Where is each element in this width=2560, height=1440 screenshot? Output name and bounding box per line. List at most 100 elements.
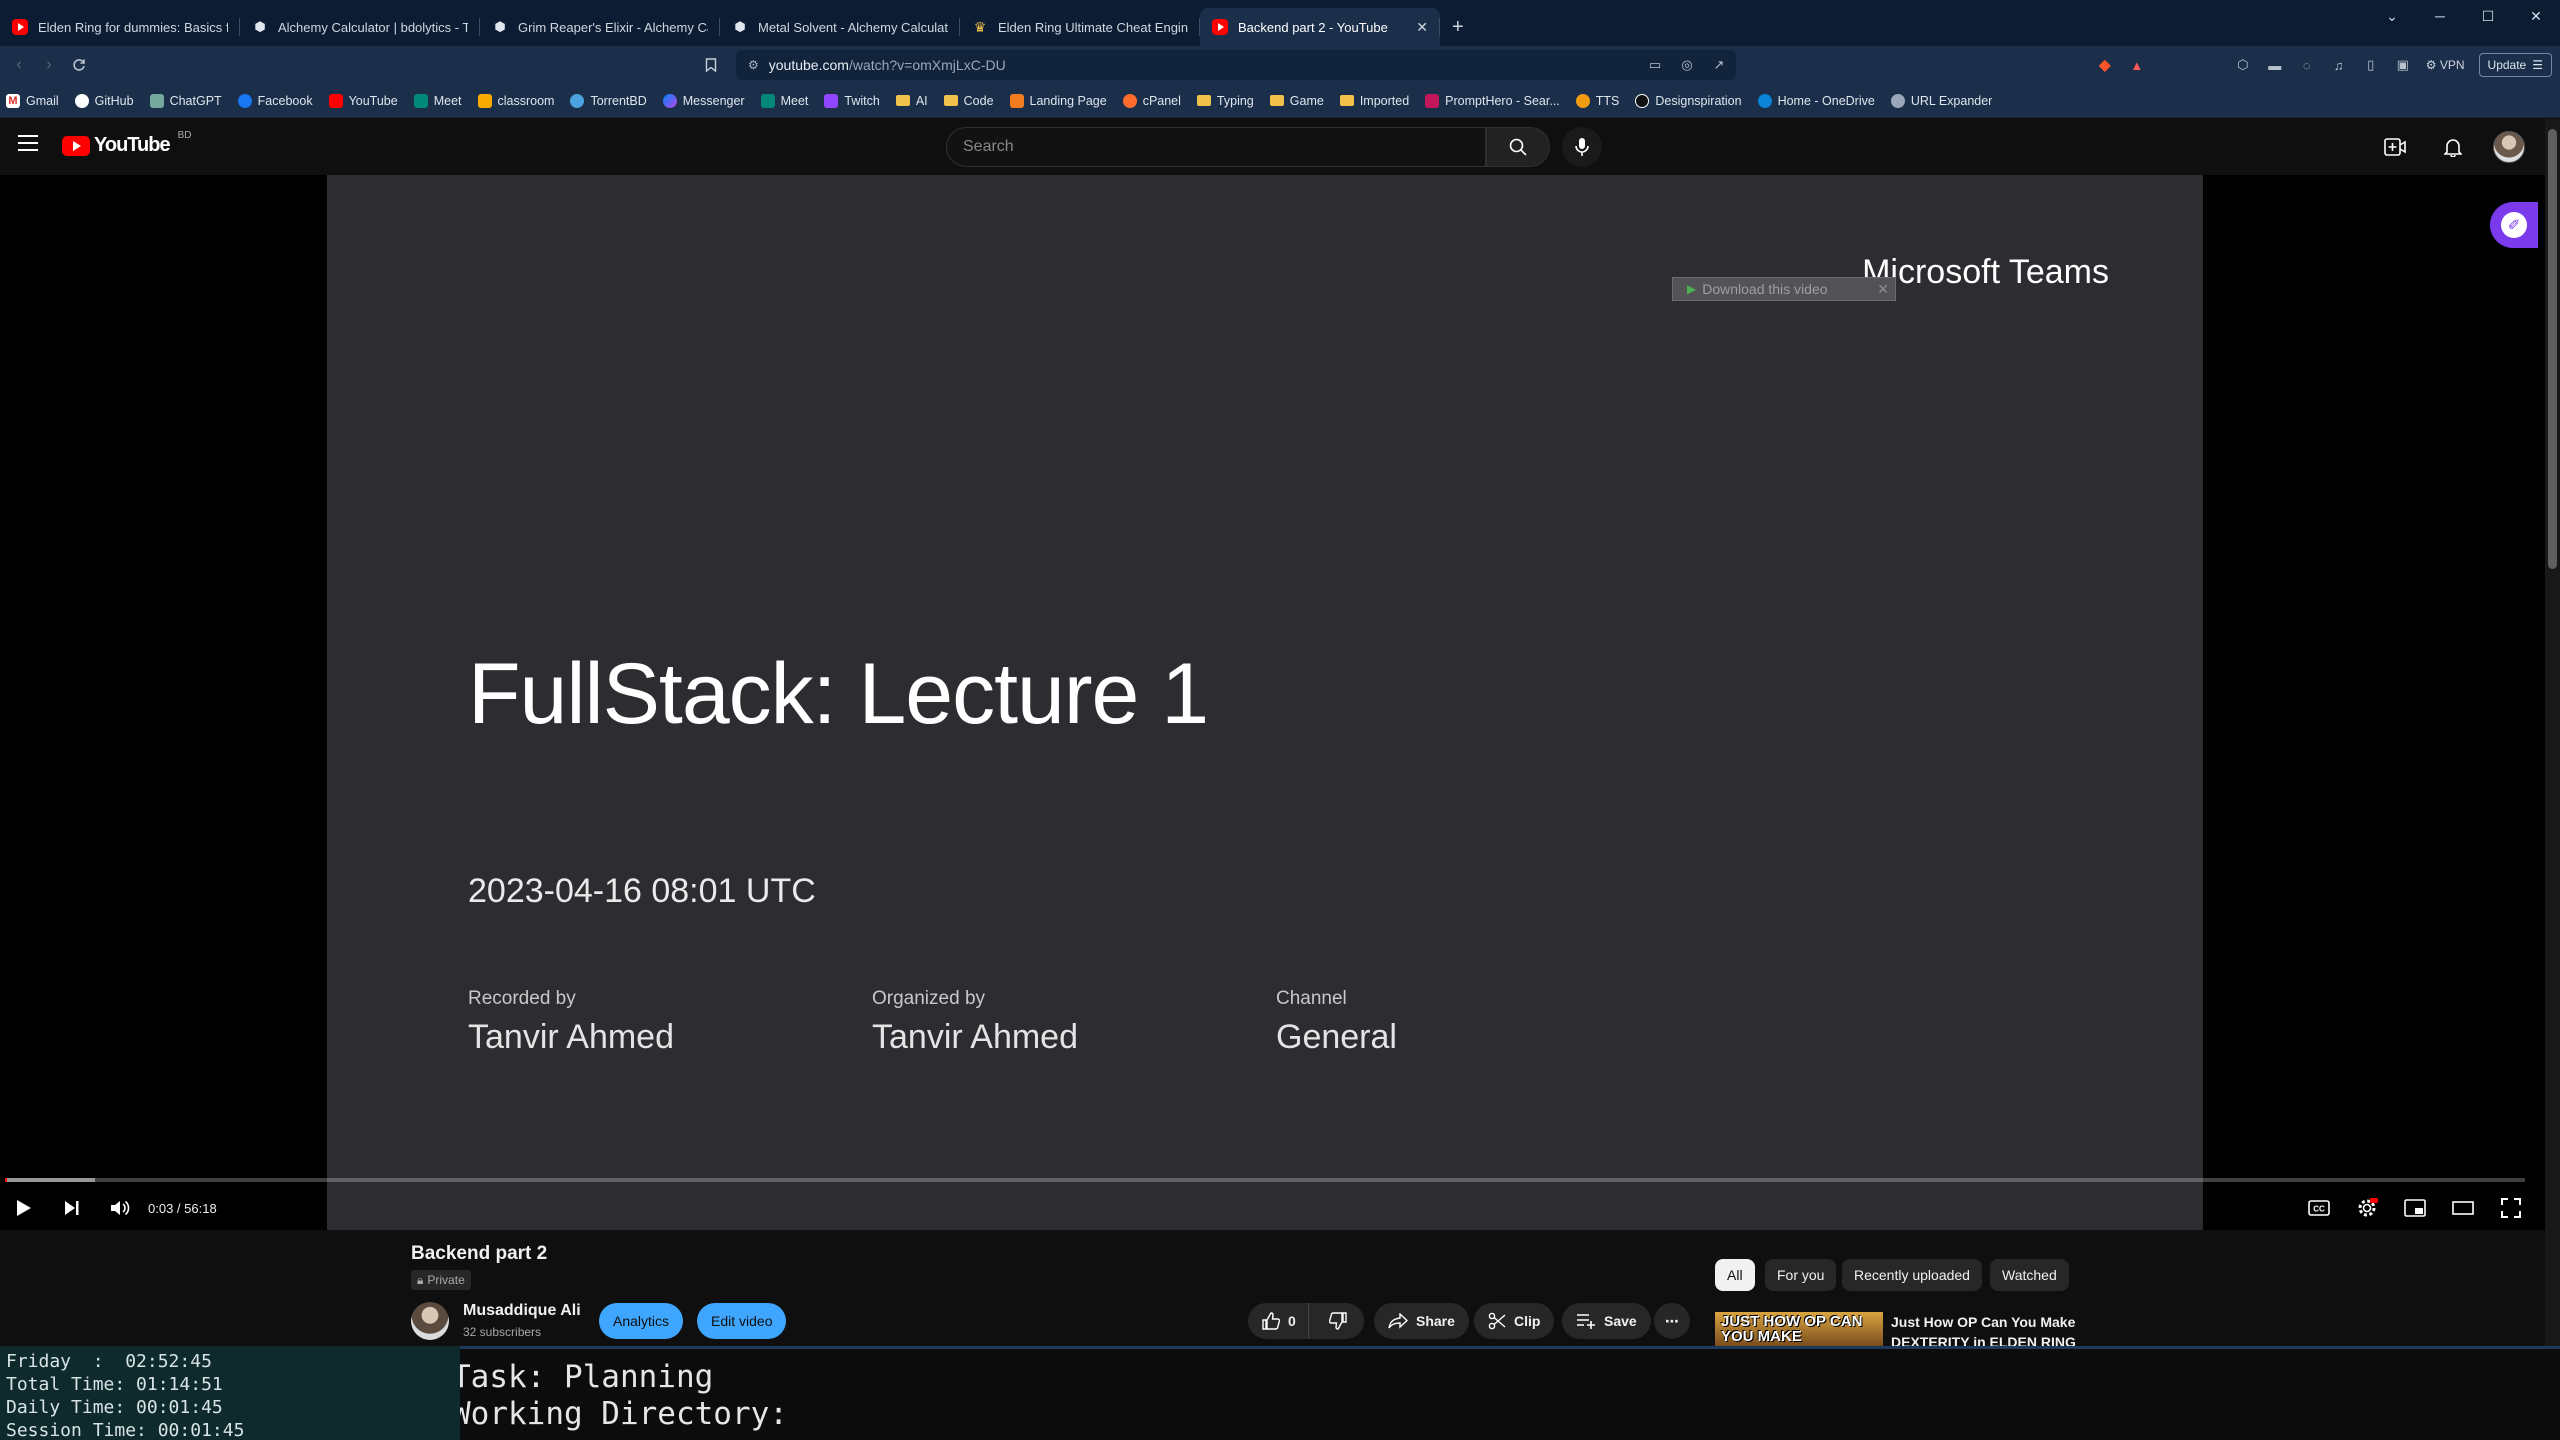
bookmark-prompthero[interactable]: PromptHero - Sear... <box>1425 93 1560 108</box>
tab-search-icon[interactable]: ⌄ <box>2368 0 2416 32</box>
youtube-logo[interactable]: YouTube BD <box>62 130 191 157</box>
chip-for-you[interactable]: For you <box>1765 1259 1837 1291</box>
music-icon[interactable]: ♫ <box>2330 56 2348 74</box>
account-avatar[interactable] <box>2493 131 2525 163</box>
recommendation-title[interactable]: Just How OP Can You Make DEXTERITY in EL… <box>1891 1312 2101 1346</box>
bookmark-twitch[interactable]: Twitch <box>824 93 880 108</box>
wallet-icon[interactable]: ▣ <box>2394 56 2412 74</box>
download-page-icon[interactable]: ◎ <box>1678 56 1696 74</box>
bookmark-meet[interactable]: Meet <box>760 93 808 108</box>
chip-watched[interactable]: Watched <box>1990 1259 2069 1291</box>
brave-shield-icon[interactable]: ◆ <box>2096 56 2114 74</box>
play-button[interactable] <box>0 1187 48 1229</box>
progress-bar[interactable] <box>5 1178 2525 1182</box>
fullscreen-button[interactable] <box>2487 1187 2535 1229</box>
bookmark-folder-imported[interactable]: Imported <box>1339 94 1409 108</box>
bookmark-folder-game[interactable]: Game <box>1269 94 1324 108</box>
chip-all[interactable]: All <box>1715 1259 1755 1291</box>
bookmark-chatgpt[interactable]: ChatGPT <box>149 93 222 108</box>
bookmark-url-expander[interactable]: URL Expander <box>1890 93 1992 108</box>
reload-icon[interactable] <box>64 50 94 80</box>
microphone-icon <box>1575 138 1589 156</box>
forward-arrow-icon[interactable]: › <box>34 50 64 80</box>
bookmark-folder-code[interactable]: Code <box>943 94 994 108</box>
bookmark-tts[interactable]: TTS <box>1575 93 1619 108</box>
browser-tab[interactable]: ⬢ Grim Reaper's Elixir - Alchemy Calcu <box>480 8 720 46</box>
bookmark-landing-page[interactable]: Landing Page <box>1009 93 1107 108</box>
bookmark-facebook[interactable]: Facebook <box>237 93 313 108</box>
channel-avatar[interactable] <box>411 1302 449 1340</box>
bookmark-cpanel[interactable]: cPanel <box>1122 93 1181 108</box>
search-button[interactable] <box>1486 127 1550 167</box>
maximize-icon[interactable]: ☐ <box>2464 0 2512 32</box>
new-tab-button[interactable]: + <box>1452 8 1464 46</box>
menu-icon[interactable] <box>18 135 38 151</box>
bookmark-messenger[interactable]: Messenger <box>662 93 745 108</box>
site-info-icon[interactable]: ⚙ <box>748 58 759 72</box>
cast-icon[interactable]: ▭ <box>1646 56 1664 74</box>
bookmark-onedrive[interactable]: Home - OneDrive <box>1757 93 1875 108</box>
save-to-playlist-icon <box>1577 1314 1595 1329</box>
bookmark-meet[interactable]: Meet <box>413 93 462 108</box>
close-icon[interactable]: ✕ <box>1877 281 1889 298</box>
more-actions-button[interactable]: ⋯ <box>1654 1303 1690 1339</box>
save-button[interactable]: Save <box>1562 1303 1651 1339</box>
session-time-line: Session Time: 00:01:45 <box>6 1420 245 1440</box>
theater-mode-button[interactable] <box>2439 1187 2487 1229</box>
scrollbar-thumb[interactable] <box>2548 129 2557 569</box>
analytics-button[interactable]: Analytics <box>599 1303 684 1339</box>
notifications-bell-icon[interactable] <box>2435 129 2471 165</box>
miniplayer-button[interactable] <box>2391 1187 2439 1229</box>
clip-button[interactable]: Clip <box>1474 1303 1555 1339</box>
edit-video-button[interactable]: Edit video <box>697 1303 787 1339</box>
minimize-icon[interactable]: ─ <box>2416 0 2464 32</box>
close-window-icon[interactable]: ✕ <box>2512 0 2560 32</box>
extension-icon[interactable]: ◌ <box>2298 56 2316 74</box>
bookmark-icon[interactable] <box>696 50 726 80</box>
share-page-icon[interactable]: ↗ <box>1710 56 1728 74</box>
sidebar-toggle-icon[interactable]: ▯ <box>2362 56 2380 74</box>
bookmark-folder-ai[interactable]: AI <box>895 94 928 108</box>
voice-search-button[interactable] <box>1562 127 1602 167</box>
browser-tab[interactable]: Elden Ring for dummies: Basics for E <box>0 8 240 46</box>
create-video-icon[interactable] <box>2377 129 2413 165</box>
like-button[interactable]: 0 <box>1248 1303 1309 1339</box>
browser-tab[interactable]: ♛ Elden Ring Ultimate Cheat Engine Ta <box>960 8 1200 46</box>
cpanel-icon <box>1122 93 1137 108</box>
bookmark-github[interactable]: GitHub <box>74 93 134 108</box>
share-button[interactable]: Share <box>1374 1303 1469 1339</box>
bookmark-folder-typing[interactable]: Typing <box>1196 94 1254 108</box>
download-video-overlay[interactable]: ▶ Download this video ✕ <box>1672 277 1896 301</box>
extension-icon[interactable]: ⬡ <box>2234 56 2252 74</box>
bookmark-torrentbd[interactable]: TorrentBD <box>570 93 647 108</box>
vpn-button[interactable]: ⚙ VPN <box>2426 58 2465 72</box>
next-button[interactable] <box>48 1187 96 1229</box>
settings-button[interactable] <box>2343 1187 2391 1229</box>
bookmark-classroom[interactable]: classroom <box>477 93 554 108</box>
chip-recently-uploaded[interactable]: Recently uploaded <box>1842 1259 1982 1291</box>
address-bar[interactable]: ⚙ youtube.com/watch?v=omXmjLxC-DU <box>736 50 1736 80</box>
assistant-sidebar-button[interactable]: ✐ <box>2490 202 2538 248</box>
subscriber-count: 32 subscribers <box>463 1325 542 1339</box>
dislike-button[interactable] <box>1317 1303 1359 1339</box>
browser-tab[interactable]: ⬢ Alchemy Calculator | bdolytics - The <box>240 8 480 46</box>
extension-icon[interactable]: ▬ <box>2266 56 2284 74</box>
search-input[interactable] <box>963 138 1485 156</box>
bookmark-gmail[interactable]: M Gmail <box>6 93 59 108</box>
browser-tab[interactable]: ⬢ Metal Solvent - Alchemy Calculator | <box>720 8 960 46</box>
subtitles-button[interactable]: CC <box>2295 1187 2343 1229</box>
video-player[interactable]: Microsoft Teams ▶ Download this video ✕ … <box>0 175 2545 1230</box>
channel-name[interactable]: Musaddique Ali <box>463 1302 581 1320</box>
terminal-overlay: Task: Planning Working Directory: <box>460 1346 2560 1440</box>
page-scrollbar[interactable] <box>2545 119 2560 1346</box>
brave-rewards-icon[interactable]: ▲ <box>2128 56 2146 74</box>
bookmark-designspiration[interactable]: Designspiration <box>1635 93 1742 108</box>
update-button[interactable]: Update ☰ <box>2478 53 2552 77</box>
browser-tab-active[interactable]: Backend part 2 - YouTube ✕ <box>1200 8 1440 46</box>
mute-button[interactable] <box>96 1187 144 1229</box>
recommendation-thumbnail[interactable]: JUST HOW OP CAN YOU MAKE <box>1715 1312 1883 1346</box>
bookmark-youtube[interactable]: YouTube <box>328 93 398 108</box>
close-tab-icon[interactable]: ✕ <box>1416 19 1428 36</box>
back-arrow-icon[interactable]: ‹ <box>4 50 34 80</box>
url-text: youtube.com/watch?v=omXmjLxC-DU <box>769 57 1006 73</box>
